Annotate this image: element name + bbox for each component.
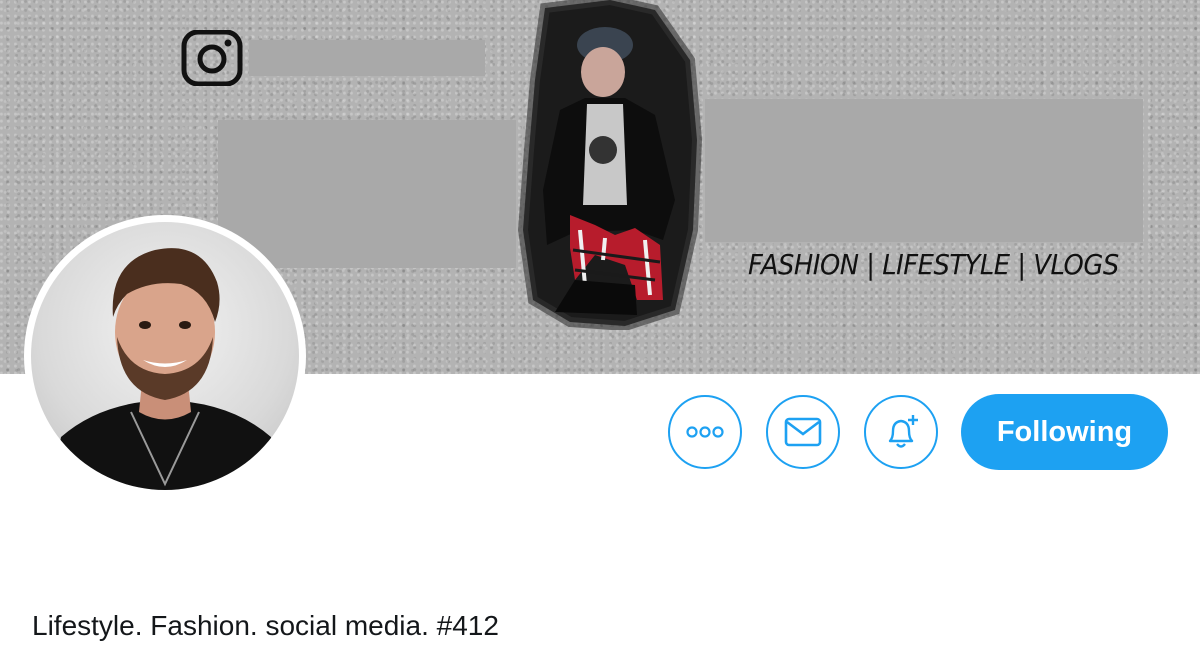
profile-bio: Lifestyle. Fashion. social media. #412 bbox=[32, 610, 499, 641]
banner-person-photo bbox=[517, 0, 703, 330]
avatar-portrait bbox=[51, 248, 281, 490]
message-button[interactable] bbox=[766, 395, 840, 469]
more-button[interactable] bbox=[668, 395, 742, 469]
following-button[interactable]: Following bbox=[961, 394, 1168, 470]
redacted-text-right bbox=[705, 99, 1143, 242]
banner-tagline: FASHION | LIFESTYLE | VLOGS bbox=[748, 248, 1119, 281]
instagram-icon bbox=[181, 30, 243, 86]
more-icon bbox=[686, 426, 724, 438]
notifications-button[interactable] bbox=[864, 395, 938, 469]
mail-icon bbox=[784, 417, 822, 447]
redacted-text-left bbox=[218, 120, 516, 268]
avatar[interactable] bbox=[24, 215, 306, 497]
avatar-photo bbox=[31, 222, 299, 490]
bell-plus-icon bbox=[888, 415, 918, 448]
redacted-handle bbox=[249, 40, 485, 76]
